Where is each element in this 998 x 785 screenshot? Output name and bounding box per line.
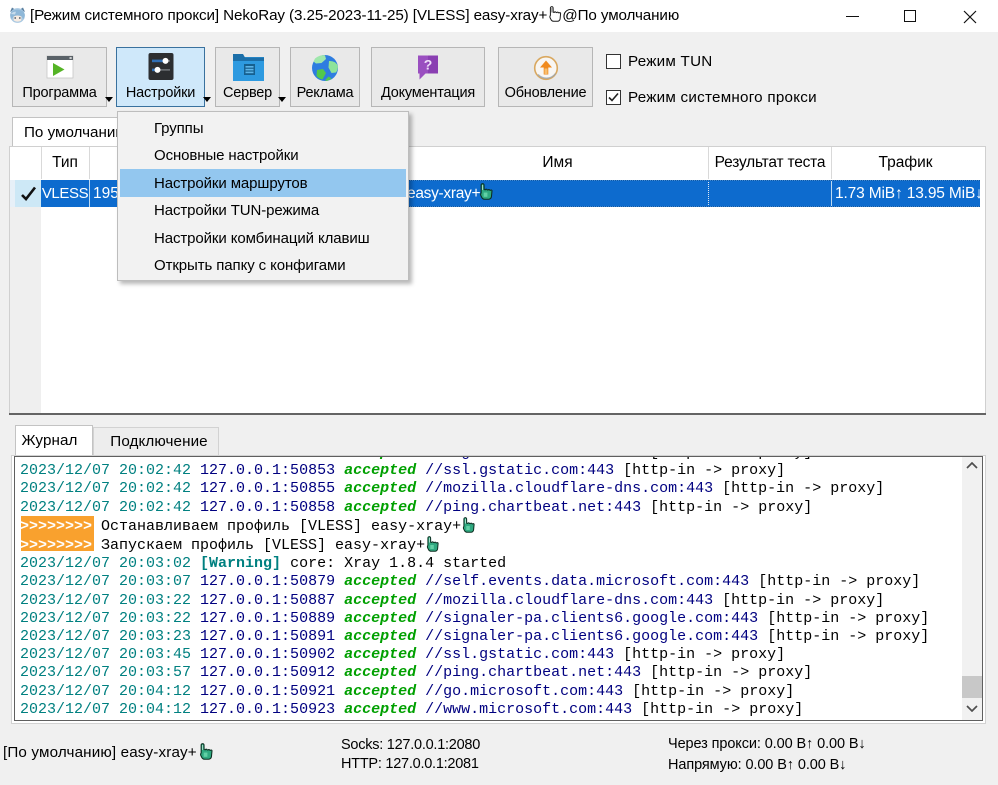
svg-text:?: ? [424, 56, 433, 72]
